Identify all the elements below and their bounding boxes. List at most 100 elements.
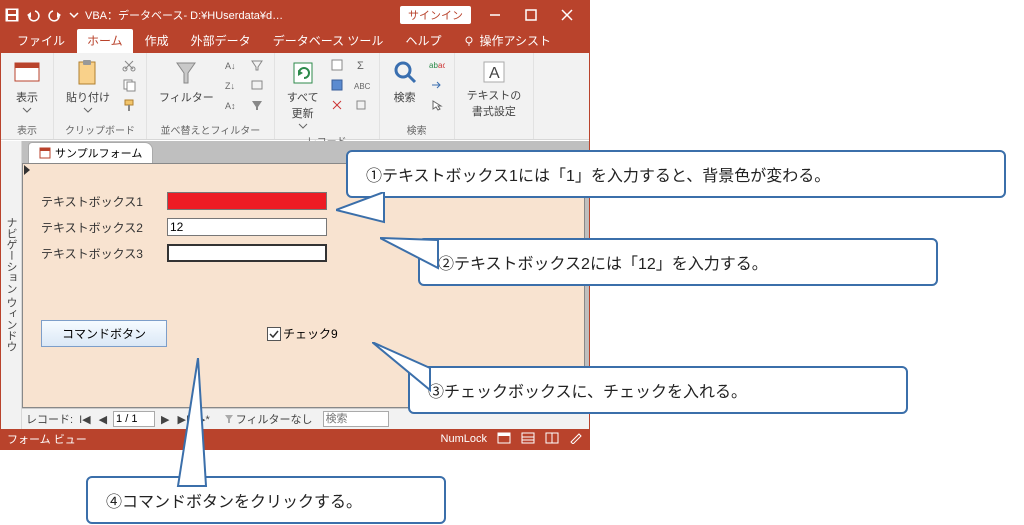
first-record-button[interactable]: I◀ [77,413,93,426]
record-position[interactable] [113,411,155,427]
ribbon: 表示 表示 貼り付け [1,53,589,140]
cut-icon[interactable] [120,57,138,73]
paste-label: 貼り付け [66,89,110,105]
command-button[interactable]: コマンドボタン [41,320,167,347]
undo-icon[interactable] [25,8,41,22]
toggle-filter-icon[interactable] [248,97,266,113]
svg-text:Z↓: Z↓ [225,81,235,91]
status-bar: フォーム ビュー NumLock [1,429,589,449]
svg-text:ac: ac [438,61,445,70]
ribbon-tabs: ファイル ホーム 作成 外部データ データベース ツール ヘルプ 操作アシスト [1,29,589,53]
select-icon[interactable] [428,97,446,113]
paste-icon [75,59,101,87]
bulb-icon [463,35,475,47]
label-textbox1: テキストボックス1 [41,193,161,210]
spelling-icon[interactable]: ABC [353,77,371,93]
tab-file[interactable]: ファイル [7,29,75,53]
filter-button[interactable]: フィルター [155,57,218,107]
checkbox-9[interactable] [267,327,281,341]
svg-text:Σ: Σ [357,60,364,71]
tab-create[interactable]: 作成 [135,29,179,53]
svg-text:A↕: A↕ [225,101,236,111]
group-label-textfmt [463,124,526,139]
advanced-filter-icon[interactable] [248,77,266,93]
copy-icon[interactable] [120,77,138,93]
view-label: 表示 [16,89,38,105]
callout-1: ①テキストボックス1には「1」を入力すると、背景色が変わる。 [346,150,1006,198]
filter-icon [173,59,199,87]
svg-text:ABC: ABC [354,82,370,91]
new-record-icon[interactable] [329,57,347,73]
tab-database-tools[interactable]: データベース ツール [263,29,394,53]
tab-home[interactable]: ホーム [77,29,133,53]
maximize-button[interactable] [513,1,549,29]
clear-sort-icon[interactable]: A↕ [224,97,242,113]
minimize-button[interactable] [477,1,513,29]
filter-label: フィルター [159,89,214,105]
totals-icon[interactable]: Σ [353,57,371,73]
form-tab[interactable]: サンプルフォーム [28,142,153,163]
status-view-mode: フォーム ビュー [7,431,87,447]
view-button[interactable]: 表示 [9,57,45,115]
form-view-icon[interactable] [497,432,511,447]
paste-button[interactable]: 貼り付け [62,57,114,115]
view-icon [13,59,41,87]
group-label-view: 表示 [9,120,45,139]
callout-2: ②テキストボックス2には「12」を入力する。 [418,238,938,286]
selection-filter-icon[interactable] [248,57,266,73]
group-label-sortfilter: 並べ替えとフィルター [155,120,266,139]
prev-record-button[interactable]: ◀ [97,413,109,426]
datasheet-view-icon[interactable] [521,432,535,447]
title-bar: VBA：データベース- D:¥HUserdata¥d… サインイン [1,1,589,29]
replace-icon[interactable]: abac [428,57,446,73]
callout-4-text: ④コマンドボタンをクリックする。 [106,494,362,511]
save-record-icon[interactable] [329,77,347,93]
qat-customize-icon[interactable] [69,8,79,22]
find-button[interactable]: 検索 [388,57,422,107]
textbox-3[interactable] [167,244,327,262]
refresh-icon [290,59,316,87]
text-formatting-button[interactable]: A テキストの 書式設定 [463,57,526,121]
design-view-icon[interactable] [569,432,583,447]
save-icon[interactable] [5,8,19,22]
refresh-label: すべて 更新 [287,89,319,121]
label-textbox2: テキストボックス2 [41,219,161,236]
filter-icon [224,414,234,424]
search-box[interactable] [323,411,389,427]
check-icon [269,329,279,339]
close-button[interactable] [549,1,585,29]
window-title: VBA：データベース- D:¥HUserdata¥d… [85,7,394,23]
svg-text:A: A [489,65,500,82]
group-label-clipboard: クリップボード [62,120,138,139]
navigation-pane-toggle[interactable]: ナビゲーション ウィンドウ [1,141,22,429]
callout-2-text: ②テキストボックス2には「12」を入力する。 [438,256,768,273]
textbox-1[interactable] [167,192,327,210]
svg-text:A↓: A↓ [225,61,236,71]
callout-4: ④コマンドボタンをクリックする。 [86,476,446,524]
signin-button[interactable]: サインイン [400,6,471,24]
goto-icon[interactable] [428,77,446,93]
chevron-down-icon [83,107,93,113]
callout-1-text: ①テキストボックス1には「1」を入力すると、背景色が変わる。 [366,168,830,185]
redo-icon[interactable] [47,8,63,22]
sort-asc-icon[interactable]: A↓ [224,57,242,73]
status-numlock: NumLock [441,433,487,445]
tab-external-data[interactable]: 外部データ [181,29,261,53]
layout-view-icon[interactable] [545,432,559,447]
callout-3-text: ③チェックボックスに、チェックを入れる。 [428,384,747,401]
refresh-all-button[interactable]: すべて 更新 [283,57,323,131]
callout-3: ③チェックボックスに、チェックを入れる。 [408,366,908,414]
checkbox-9-label: チェック9 [283,325,338,342]
form-tab-label: サンプルフォーム [55,145,142,161]
sort-desc-icon[interactable]: Z↓ [224,77,242,93]
more-icon[interactable] [353,97,371,113]
tab-help[interactable]: ヘルプ [395,29,451,53]
record-selector-icon[interactable] [23,164,31,176]
delete-record-icon[interactable] [329,97,347,113]
tab-tell-me[interactable]: 操作アシスト [453,29,561,53]
filter-indicator: フィルターなし [224,411,313,427]
search-icon [392,59,418,87]
format-painter-icon[interactable] [120,97,138,113]
record-label: レコード: [26,411,73,427]
textbox-2[interactable] [167,218,327,236]
